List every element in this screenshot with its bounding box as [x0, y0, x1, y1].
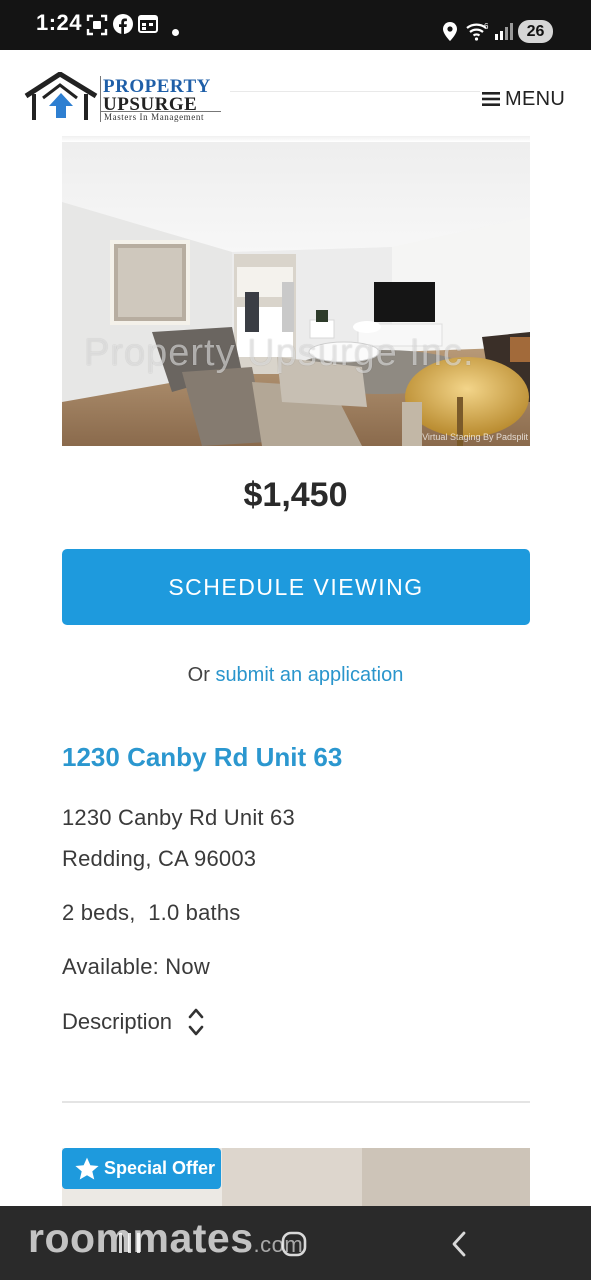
- apply-line: Or submit an application: [0, 664, 591, 687]
- expand-collapse-icon: [188, 1008, 204, 1036]
- facebook-icon: [113, 14, 133, 39]
- wifi-icon: 6: [466, 21, 490, 46]
- back-icon[interactable]: [450, 1230, 468, 1263]
- submit-application-link[interactable]: submit an application: [215, 664, 403, 686]
- availability: Available: Now: [62, 954, 210, 979]
- apply-prefix: Or: [187, 664, 216, 686]
- menu-button[interactable]: MENU: [482, 87, 565, 111]
- header-divider: [230, 91, 480, 92]
- brand-suffix: .com: [253, 1232, 304, 1257]
- screenshot-icon: [86, 14, 108, 41]
- beds-baths: 2 beds, 1.0 baths: [62, 900, 241, 925]
- roommates-watermark: roommates.com: [28, 1215, 303, 1262]
- address-line-1: 1230 Canby Rd Unit 63: [62, 805, 295, 830]
- living-room-image: [62, 142, 530, 446]
- brand-name: roommates: [28, 1215, 254, 1261]
- listing-price: $1,450: [243, 476, 348, 514]
- hamburger-icon: [482, 92, 500, 106]
- svg-text:6: 6: [484, 22, 489, 31]
- house-logo-icon: [24, 72, 98, 120]
- status-time: 1:24: [36, 10, 83, 35]
- site-header: PROPERTY UPSURGE Masters In Management M…: [0, 50, 591, 140]
- star-icon: [75, 1157, 99, 1180]
- photo-watermark: Property Upsurge Inc.: [84, 332, 475, 374]
- logo-divider: [100, 76, 101, 122]
- screen: 1:24 6 26 PROPERTY UPSURGE Masters In Ma…: [0, 0, 591, 1280]
- calendar-icon: [138, 14, 158, 39]
- menu-label: MENU: [505, 87, 566, 110]
- special-offer-badge: Special Offer: [62, 1148, 221, 1189]
- battery-level: 26: [518, 20, 553, 43]
- description-label: Description: [62, 1009, 173, 1034]
- special-offer-label: Special Offer: [104, 1158, 216, 1178]
- status-bar: 1:24 6 26: [0, 0, 591, 50]
- notification-dot: [172, 29, 179, 36]
- schedule-viewing-button[interactable]: SCHEDULE VIEWING: [62, 549, 530, 625]
- description-toggle[interactable]: Description: [62, 1007, 204, 1037]
- signal-icon: [495, 23, 513, 45]
- staging-credit: Virtual Staging By Padsplit: [422, 432, 528, 442]
- address-line-2: Redding, CA 96003: [62, 846, 257, 871]
- section-divider: [62, 1101, 530, 1103]
- property-upsurge-logo[interactable]: PROPERTY UPSURGE Masters In Management: [24, 70, 224, 126]
- logo-tagline: Masters In Management: [104, 112, 205, 122]
- listing-title[interactable]: 1230 Canby Rd Unit 63: [62, 742, 342, 773]
- location-icon: [443, 22, 457, 46]
- listing-photo[interactable]: Property Upsurge Inc. Virtual Staging By…: [62, 142, 530, 446]
